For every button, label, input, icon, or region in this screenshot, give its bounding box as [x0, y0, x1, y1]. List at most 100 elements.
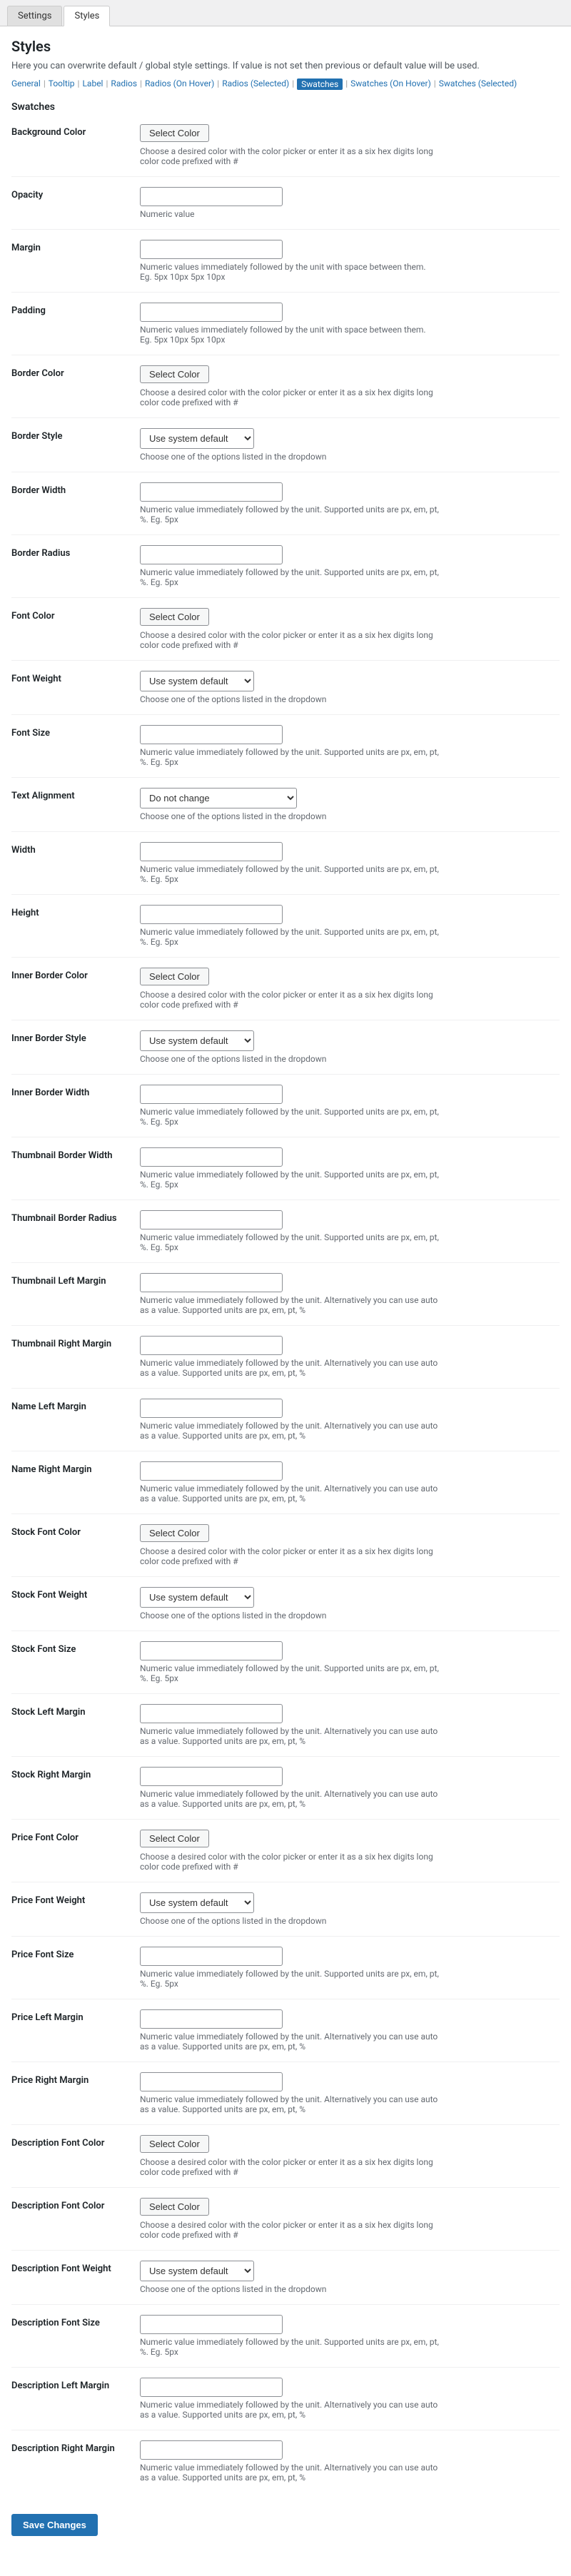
color-picker-button-0[interactable]: Select Color: [140, 124, 209, 142]
text-input-21[interactable]: [140, 1399, 283, 1418]
color-picker-button-8[interactable]: Select Color: [140, 608, 209, 626]
field-help-19: Numeric value immediately followed by th…: [140, 1295, 440, 1315]
form-row: Stock Font ColorSelect ColorChoose a des…: [11, 1524, 560, 1577]
field-label-31: Price Left Margin: [11, 2009, 140, 2023]
select-11[interactable]: Do not change: [140, 788, 297, 808]
form-row: Stock Font WeightUse system defaultChoos…: [11, 1587, 560, 1631]
breadcrumb-label[interactable]: Label: [82, 78, 103, 90]
text-input-2[interactable]: [140, 240, 283, 259]
field-label-18: Thumbnail Border Radius: [11, 1210, 140, 1224]
text-input-20[interactable]: [140, 1336, 283, 1355]
field-label-25: Stock Font Size: [11, 1641, 140, 1655]
form-row: Border ColorSelect ColorChoose a desired…: [11, 365, 560, 418]
form-container: Background ColorSelect ColorChoose a des…: [11, 124, 560, 2493]
color-picker-button-28[interactable]: Select Color: [140, 1830, 209, 1847]
text-input-19[interactable]: [140, 1273, 283, 1292]
text-input-30[interactable]: [140, 1947, 283, 1966]
form-row: Price Left MarginNumeric value immediate…: [11, 2009, 560, 2062]
field-control-6: Numeric value immediately followed by th…: [140, 482, 560, 524]
field-label-32: Price Right Margin: [11, 2072, 140, 2086]
select-9[interactable]: Use system default: [140, 671, 254, 691]
breadcrumb-swatches-selected[interactable]: Swatches (Selected): [439, 78, 517, 90]
field-label-38: Description Right Margin: [11, 2440, 140, 2454]
color-picker-button-14[interactable]: Select Color: [140, 968, 209, 985]
form-row: Stock Right MarginNumeric value immediat…: [11, 1767, 560, 1820]
field-control-28: Select Color Choose a desired color with …: [140, 1830, 560, 1872]
field-control-13: Numeric value immediately followed by th…: [140, 905, 560, 947]
text-input-25[interactable]: [140, 1641, 283, 1660]
field-help-18: Numeric value immediately followed by th…: [140, 1232, 440, 1252]
text-input-36[interactable]: [140, 2315, 283, 2334]
text-input-27[interactable]: [140, 1767, 283, 1786]
text-input-3[interactable]: [140, 303, 283, 322]
field-help-15: Choose one of the options listed in the …: [140, 1054, 440, 1064]
field-label-34: Description Font Color: [11, 2198, 140, 2211]
field-control-2: Numeric values immediately followed by t…: [140, 240, 560, 282]
save-button[interactable]: Save Changes: [11, 2514, 98, 2536]
field-control-0: Select ColorChoose a desired color with …: [140, 124, 560, 166]
field-label-16: Inner Border Width: [11, 1085, 140, 1098]
color-picker-button-33[interactable]: Select Color: [140, 2135, 209, 2153]
form-row: Border WidthNumeric value immediately fo…: [11, 482, 560, 535]
field-help-5: Choose one of the options listed in the …: [140, 452, 440, 462]
text-input-17[interactable]: [140, 1147, 283, 1167]
text-input-37[interactable]: [140, 2378, 283, 2397]
text-input-26[interactable]: [140, 1704, 283, 1723]
field-label-8: Font Color: [11, 608, 140, 622]
breadcrumb-general[interactable]: General: [11, 78, 41, 90]
text-input-12[interactable]: [140, 842, 283, 861]
select-24[interactable]: Use system default: [140, 1587, 254, 1608]
page-description: Here you can overwrite default / global …: [11, 61, 560, 71]
color-picker-button-34[interactable]: Select Color: [140, 2198, 209, 2216]
field-label-3: Padding: [11, 303, 140, 316]
field-help-28: Choose a desired color with the color pi…: [140, 1852, 440, 1872]
breadcrumb: General | Tooltip | Label | Radios | Rad…: [11, 78, 560, 90]
text-input-1[interactable]: [140, 187, 283, 206]
breadcrumb-radios-selected[interactable]: Radios (Selected): [222, 78, 289, 90]
text-input-31[interactable]: [140, 2009, 283, 2029]
field-control-7: Numeric value immediately followed by th…: [140, 545, 560, 587]
text-input-6[interactable]: [140, 482, 283, 502]
field-control-29: Use system defaultChoose one of the opti…: [140, 1892, 560, 1926]
text-input-32[interactable]: [140, 2072, 283, 2091]
field-control-15: Use system default Choose one of the opti…: [140, 1030, 560, 1064]
form-row: Thumbnail Border WidthNumeric value imme…: [11, 1147, 560, 1200]
text-input-38[interactable]: [140, 2440, 283, 2460]
field-label-27: Stock Right Margin: [11, 1767, 140, 1780]
text-input-10[interactable]: [140, 725, 283, 744]
breadcrumb-radios-hover[interactable]: Radios (On Hover): [145, 78, 214, 90]
form-row: Thumbnail Left MarginNumeric value immed…: [11, 1273, 560, 1326]
color-picker-button-23[interactable]: Select Color: [140, 1524, 209, 1542]
select-15[interactable]: Use system default: [140, 1030, 254, 1051]
breadcrumb-radios[interactable]: Radios: [111, 78, 137, 90]
field-label-2: Margin: [11, 240, 140, 253]
select-29[interactable]: Use system default: [140, 1892, 254, 1913]
field-control-37: Numeric value immediately followed by th…: [140, 2378, 560, 2420]
form-row: Border RadiusNumeric value immediately f…: [11, 545, 560, 598]
field-help-1: Numeric value: [140, 209, 440, 219]
select-35[interactable]: Use system default: [140, 2261, 254, 2281]
text-input-18[interactable]: [140, 1210, 283, 1229]
breadcrumb-sep-7: |: [434, 78, 436, 90]
tab-styles[interactable]: Styles: [64, 6, 110, 26]
field-help-12: Numeric value immediately followed by th…: [140, 864, 440, 884]
breadcrumb-sep-5: |: [292, 78, 294, 90]
breadcrumb-swatches-hover[interactable]: Swatches (On Hover): [350, 78, 431, 90]
field-help-7: Numeric value immediately followed by th…: [140, 567, 440, 587]
form-row: Inner Border StyleUse system defaultChoo…: [11, 1030, 560, 1075]
field-label-20: Thumbnail Right Margin: [11, 1336, 140, 1349]
breadcrumb-tooltip[interactable]: Tooltip: [49, 78, 75, 90]
text-input-22[interactable]: [140, 1461, 283, 1481]
field-label-21: Name Left Margin: [11, 1399, 140, 1412]
text-input-13[interactable]: [140, 905, 283, 924]
field-label-4: Border Color: [11, 365, 140, 379]
text-input-16[interactable]: [140, 1085, 283, 1104]
form-row: PaddingNumeric values immediately follow…: [11, 303, 560, 355]
field-label-14: Inner Border Color: [11, 968, 140, 981]
field-label-10: Font Size: [11, 725, 140, 739]
color-picker-button-4[interactable]: Select Color: [140, 365, 209, 383]
field-label-9: Font Weight: [11, 671, 140, 684]
tab-settings[interactable]: Settings: [7, 6, 62, 26]
select-5[interactable]: Use system default: [140, 428, 254, 449]
text-input-7[interactable]: [140, 545, 283, 564]
